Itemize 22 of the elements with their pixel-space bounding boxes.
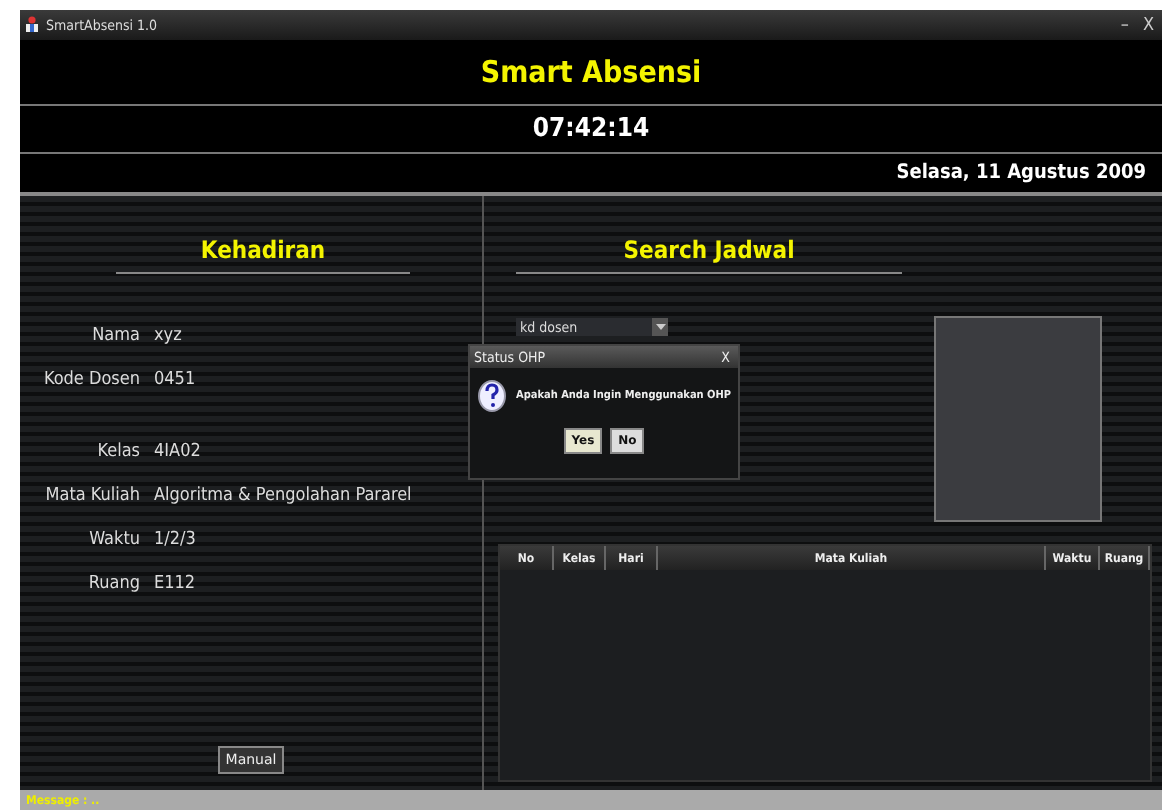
app-title: Smart Absensi <box>480 54 702 90</box>
date-text: Selasa, 11 Agustus 2009 <box>896 162 1146 184</box>
field-value: xyz <box>154 326 182 346</box>
field-label: Nama <box>92 326 140 346</box>
field-value: E112 <box>154 574 196 594</box>
field-value: 0451 <box>154 370 196 390</box>
field-value: 1/2/3 <box>154 530 196 550</box>
caret-icon <box>652 318 668 336</box>
field-label: Kode Dosen <box>43 370 140 390</box>
section-heading: Kehadiran <box>200 236 326 264</box>
field-label: Kelas <box>97 442 140 462</box>
question-icon <box>478 380 506 412</box>
close-button[interactable]: X <box>1138 15 1158 35</box>
field-label: Mata Kuliah <box>45 486 140 506</box>
section-heading: Search Jadwal <box>623 236 795 264</box>
app-icon <box>24 16 40 34</box>
field-value: Algoritma & Pengolahan Pararel <box>154 486 412 506</box>
field-label: Ruang <box>88 574 140 594</box>
clock-time: 07:42:14 <box>532 114 650 144</box>
field-value: 4IA02 <box>154 442 201 462</box>
field-label: Waktu <box>89 530 140 550</box>
minimize-button[interactable]: – <box>1116 15 1133 35</box>
